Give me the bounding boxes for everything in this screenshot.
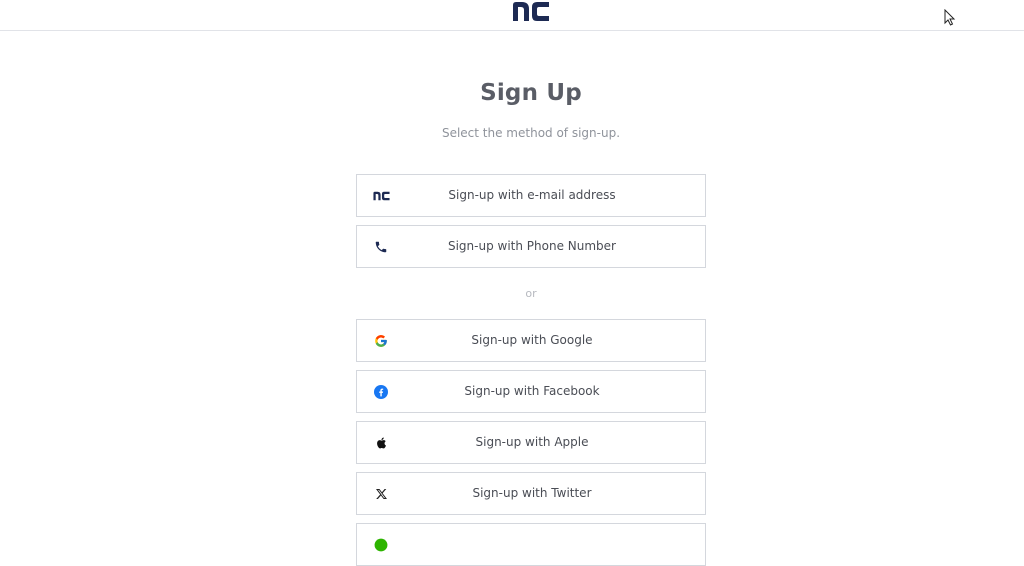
signup-facebook-button[interactable]: Sign-up with Facebook — [356, 370, 706, 413]
signup-google-button[interactable]: Sign-up with Google — [356, 319, 706, 362]
page-title: Sign Up — [480, 80, 582, 106]
signup-facebook-label: Sign-up with Facebook — [464, 384, 600, 398]
mouse-cursor-icon — [944, 9, 956, 26]
signup-twitter-button[interactable]: Sign-up with Twitter — [356, 472, 706, 515]
page-subtitle: Select the method of sign-up. — [441, 126, 621, 140]
top-header — [0, 0, 1024, 31]
signup-more-label — [357, 524, 707, 565]
signup-apple-label: Sign-up with Apple — [475, 435, 589, 449]
signup-email-label: Sign-up with e-mail address — [448, 188, 616, 202]
signup-phone-button[interactable]: Sign-up with Phone Number — [356, 225, 706, 268]
signup-apple-button[interactable]: Sign-up with Apple — [356, 421, 706, 464]
signup-email-button[interactable]: Sign-up with e-mail address — [356, 174, 706, 217]
signup-twitter-label: Sign-up with Twitter — [472, 486, 592, 500]
signup-phone-label: Sign-up with Phone Number — [447, 239, 616, 253]
signup-google-label: Sign-up with Google — [471, 333, 593, 347]
divider-or: or — [525, 287, 537, 300]
nc-logo-icon[interactable] — [512, 1, 550, 22]
signup-more-button[interactable] — [356, 523, 706, 566]
